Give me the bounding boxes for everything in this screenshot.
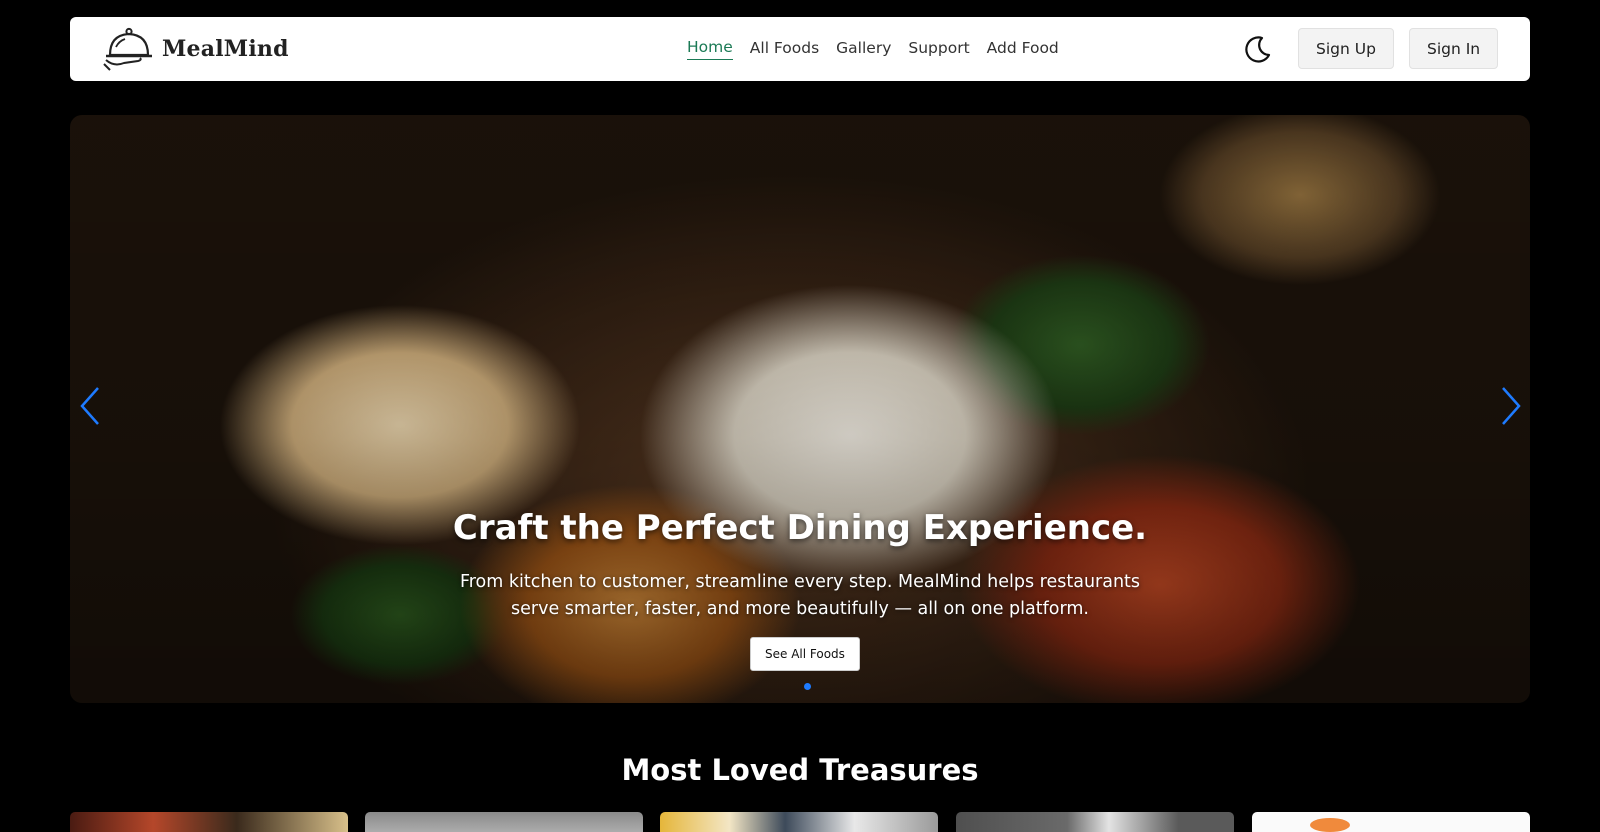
food-card[interactable]	[660, 812, 938, 832]
chevron-left-icon[interactable]	[76, 385, 106, 427]
food-image	[1310, 818, 1350, 832]
food-cards-row	[70, 812, 1530, 832]
sign-in-button[interactable]: Sign In	[1409, 28, 1499, 69]
food-card[interactable]	[956, 812, 1234, 832]
cloche-icon	[103, 27, 152, 71]
hero-title: Craft the Perfect Dining Experience.	[452, 508, 1148, 548]
moon-icon[interactable]	[1242, 33, 1274, 65]
sign-up-button[interactable]: Sign Up	[1298, 28, 1394, 69]
nav-link-gallery[interactable]: Gallery	[836, 39, 891, 60]
nav-links: Home All Foods Gallery Support Add Food	[687, 17, 1059, 81]
nav-link-all-foods[interactable]: All Foods	[750, 39, 819, 60]
food-card[interactable]	[70, 812, 348, 832]
brand[interactable]: MealMind	[102, 25, 289, 73]
food-card[interactable]	[1252, 812, 1530, 832]
brand-name: MealMind	[162, 36, 289, 62]
hero-subtitle: From kitchen to customer, streamline eve…	[459, 572, 1141, 619]
nav-link-support[interactable]: Support	[908, 39, 969, 60]
top-navbar: MealMind Home All Foods Gallery Support …	[70, 17, 1530, 81]
see-all-foods-button[interactable]: See All Foods	[750, 637, 860, 671]
nav-link-home[interactable]: Home	[687, 38, 733, 60]
carousel-dot-active[interactable]	[803, 683, 811, 690]
food-card[interactable]	[365, 812, 643, 832]
hero-carousel: Craft the Perfect Dining Experience. Fro…	[70, 115, 1530, 703]
nav-link-add-food[interactable]: Add Food	[987, 39, 1059, 60]
carousel-pagination	[70, 683, 1530, 690]
section-title: Most Loved Treasures	[621, 753, 979, 787]
chevron-right-icon[interactable]	[1495, 385, 1525, 427]
